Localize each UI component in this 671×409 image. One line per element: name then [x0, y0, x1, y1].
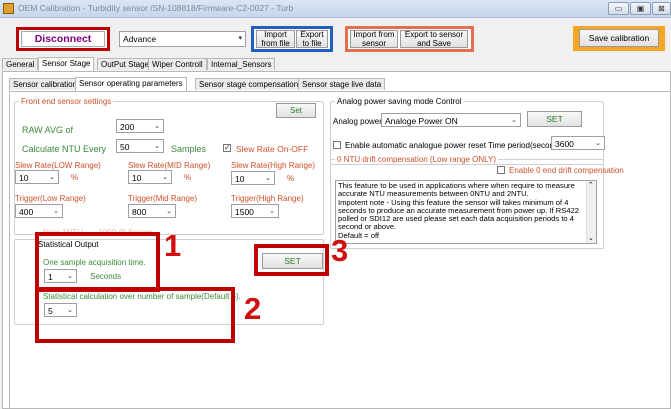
- export-to-file-button[interactable]: Export to file: [296, 30, 328, 48]
- annotation-number-2: 2: [244, 291, 262, 326]
- chevron-down-icon: ⌄: [154, 143, 160, 150]
- slew-low-select[interactable]: 10 ⌄: [15, 170, 59, 184]
- power-set-button[interactable]: SET: [527, 111, 582, 127]
- calc-ntu-value: 50: [120, 142, 130, 152]
- tab-internal-sensors[interactable]: Internal_Sensors: [207, 58, 276, 70]
- annotation-number-1: 1: [164, 228, 182, 263]
- raw-avg-label: RAW AVG of: [22, 125, 74, 135]
- slew-high-label: Slew Rate(High Range): [231, 161, 316, 170]
- slew-mid-value: 10: [132, 173, 142, 183]
- sensor-buttons-frame: Import from sensor Export to sensor and …: [345, 26, 474, 52]
- tab-output-stage[interactable]: OutPut Stage: [97, 58, 154, 70]
- chevron-down-icon: ⌄: [269, 208, 275, 215]
- calc-ntu-label: Calculate NTU Every: [22, 144, 107, 154]
- mode-select[interactable]: Advance ▾: [119, 31, 246, 47]
- slew-onoff-label: Slew Rate On-OFF: [236, 144, 309, 154]
- time-period-select[interactable]: 3600 ⌄: [551, 136, 605, 150]
- slew-high-percent: %: [287, 174, 295, 183]
- chevron-down-icon: ⌄: [166, 208, 172, 215]
- trig-high-select[interactable]: 1500 ⌄: [231, 204, 279, 218]
- slew-onoff-checkbox[interactable]: ✓: [223, 144, 231, 152]
- chevron-down-icon: ⌄: [154, 123, 160, 130]
- trig-low-select[interactable]: 400 ⌄: [15, 204, 63, 218]
- save-calibration-button[interactable]: Save calibration: [579, 29, 659, 47]
- drift-info-textbox[interactable]: This feature to be used in applications …: [335, 180, 597, 244]
- trig-high-label: Trigger(High Range): [231, 194, 304, 203]
- chevron-down-icon: ⌄: [49, 174, 55, 181]
- import-from-sensor-button[interactable]: Import from sensor: [350, 30, 398, 48]
- slew-low-value: 10: [19, 173, 29, 183]
- disconnect-button[interactable]: Disconnect: [21, 31, 105, 47]
- close-button[interactable]: ⊠: [652, 2, 671, 15]
- annotation-box-1: [35, 232, 160, 292]
- window-title: OEM Calibration - Turbidity sensor /SN-1…: [18, 3, 294, 13]
- analog-power-value: Analoge Power ON: [385, 116, 458, 126]
- minimize-button[interactable]: ▭: [608, 2, 629, 15]
- save-frame: Save calibration: [573, 26, 665, 51]
- annotation-box-2: [35, 287, 235, 343]
- calc-ntu-select[interactable]: 50 ⌄: [116, 139, 164, 153]
- tab-sensor-operating-parameters[interactable]: Sensor operating parameters: [75, 77, 187, 91]
- tab-sensor-stage-live-data[interactable]: Sensor stage live data: [298, 78, 386, 90]
- disconnect-frame: Disconnect: [16, 27, 110, 51]
- main-tab-strip: General Sensor Stage OutPut Stage Wiper …: [2, 57, 671, 72]
- app-icon: [3, 3, 14, 14]
- power-caption: Analog power saving mode Control: [335, 97, 464, 106]
- scroll-up-icon[interactable]: ⌃: [588, 181, 594, 189]
- export-to-sensor-button[interactable]: Export to sensor and Save: [400, 30, 468, 48]
- analog-power-label: Analog power: [333, 117, 382, 126]
- time-period-value: 3600: [555, 139, 574, 149]
- sub-tab-strip: Sensor calibrations. Sensor operating pa…: [9, 77, 669, 92]
- drift-info-text: This feature to be used in applications …: [338, 181, 580, 240]
- slew-low-percent: %: [71, 173, 79, 182]
- import-from-file-button[interactable]: Import from file: [256, 30, 295, 48]
- scroll-down-icon[interactable]: ⌄: [588, 234, 594, 242]
- annotation-box-3: [254, 244, 329, 276]
- chevron-down-icon: ⌄: [595, 140, 601, 147]
- drift-scrollbar[interactable]: ⌃ ⌄: [586, 181, 596, 243]
- slew-high-value: 10: [235, 174, 245, 184]
- trig-mid-label: Trigger(Mid Range): [128, 194, 198, 203]
- trig-mid-select[interactable]: 800 ⌄: [128, 204, 176, 218]
- file-buttons-frame: Import from file Export to file: [251, 26, 333, 52]
- slew-low-label: Slew Rate(LOW Range): [15, 161, 101, 170]
- tab-sensor-stage[interactable]: Sensor Stage: [38, 57, 95, 71]
- chevron-down-icon: ▾: [238, 35, 242, 42]
- title-bar: OEM Calibration - Turbidity sensor /SN-1…: [0, 0, 671, 18]
- drift-enable-checkbox[interactable]: [497, 166, 505, 174]
- slew-high-select[interactable]: 10 ⌄: [231, 171, 275, 185]
- samples-label: Samples: [171, 144, 207, 154]
- drift-enable-label: Enable 0 end drift compensation: [509, 166, 624, 175]
- front-end-set-button[interactable]: Set: [276, 103, 316, 118]
- auto-reset-checkbox[interactable]: [333, 141, 341, 149]
- drift-caption: 0 NTU drift compensation (Low range ONLY…: [335, 155, 499, 164]
- auto-reset-label: Enable automatic analogue power reset: [345, 141, 486, 150]
- tab-wiper-controll[interactable]: Wiper Controll: [148, 58, 207, 70]
- trig-low-value: 400: [19, 207, 34, 217]
- chevron-down-icon: ⌄: [511, 117, 517, 124]
- chevron-down-icon: ⌄: [265, 175, 271, 182]
- slew-mid-percent: %: [184, 173, 192, 182]
- front-end-caption: Front end sensor settings: [19, 97, 114, 106]
- raw-avg-value: 200: [120, 122, 135, 132]
- slew-mid-select[interactable]: 10 ⌄: [128, 170, 172, 184]
- raw-avg-select[interactable]: 200 ⌄: [116, 119, 164, 133]
- chevron-down-icon: ⌄: [162, 174, 168, 181]
- trig-low-label: Trigger(Low Range): [15, 194, 86, 203]
- slew-mid-label: Slew Rate(MID Range): [128, 161, 211, 170]
- tab-general[interactable]: General: [2, 58, 39, 70]
- tab-sensor-stage-compensations[interactable]: Sensor stage compensations.: [195, 78, 309, 90]
- mode-value: Advance: [123, 34, 157, 44]
- analog-power-select[interactable]: Analoge Power ON ⌄: [381, 113, 521, 127]
- trig-mid-value: 800: [132, 207, 147, 217]
- annotation-number-3: 3: [331, 233, 349, 268]
- maximize-button[interactable]: ▣: [630, 2, 651, 15]
- chevron-down-icon: ⌄: [53, 208, 59, 215]
- trig-high-value: 1500: [235, 207, 254, 217]
